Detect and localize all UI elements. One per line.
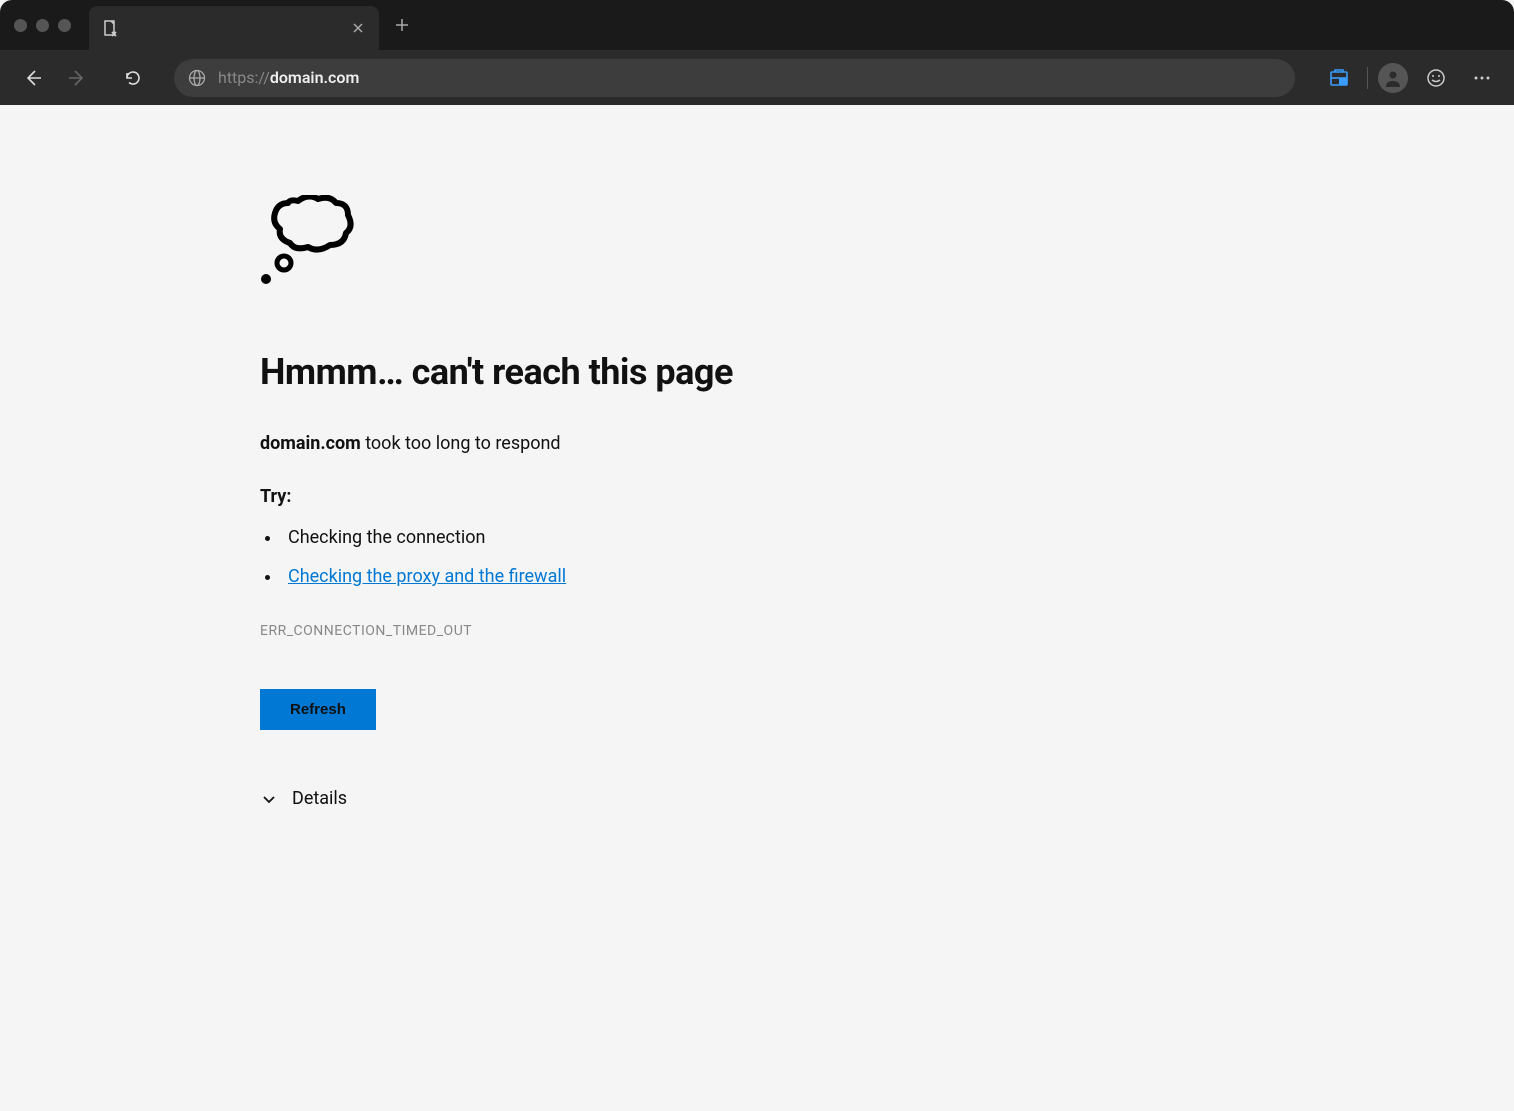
suggestions-list: Checking the connection Checking the pro… [260,527,900,587]
try-label: Try: [260,486,900,507]
toolbar-right [1321,60,1500,96]
thought-bubble-icon [260,195,900,291]
menu-button[interactable] [1464,60,1500,96]
back-button[interactable] [14,59,52,97]
chevron-down-icon [260,790,278,808]
tab-close-button[interactable] [349,19,367,37]
page-content: Hmmm… can't reach this page domain.com t… [0,105,1514,1111]
maximize-window-button[interactable] [58,19,71,32]
tab-error-icon [101,19,119,37]
refresh-page-button[interactable]: Refresh [260,689,376,730]
error-title: Hmmm… can't reach this page [260,351,900,393]
close-window-button[interactable] [14,19,27,32]
error-domain: domain.com [260,433,361,454]
refresh-button[interactable] [114,59,152,97]
suggestion-check-proxy: Checking the proxy and the firewall [282,566,900,587]
minimize-window-button[interactable] [36,19,49,32]
address-url: https://domain.com [218,68,359,87]
url-domain: domain.com [270,68,360,87]
details-label: Details [292,788,347,809]
proxy-firewall-link[interactable]: Checking the proxy and the firewall [288,566,566,587]
error-message-suffix: took too long to respond [361,433,561,454]
address-bar[interactable]: https://domain.com [174,59,1295,97]
toolbar-divider [1367,67,1368,89]
new-tab-button[interactable] [385,8,419,42]
window-controls [14,19,71,32]
error-message: domain.com took too long to respond [260,433,900,454]
error-container: Hmmm… can't reach this page domain.com t… [260,195,900,809]
error-code: ERR_CONNECTION_TIMED_OUT [260,623,900,639]
browser-tab[interactable] [89,6,379,50]
forward-button[interactable] [58,59,96,97]
feedback-icon[interactable] [1418,60,1454,96]
url-prefix: https:// [218,68,270,87]
shopping-icon[interactable] [1321,60,1357,96]
globe-icon [188,69,206,87]
titlebar [0,0,1514,50]
details-toggle[interactable]: Details [260,788,900,809]
profile-avatar[interactable] [1378,63,1408,93]
suggestion-check-connection: Checking the connection [282,527,900,548]
toolbar: https://domain.com [0,50,1514,105]
